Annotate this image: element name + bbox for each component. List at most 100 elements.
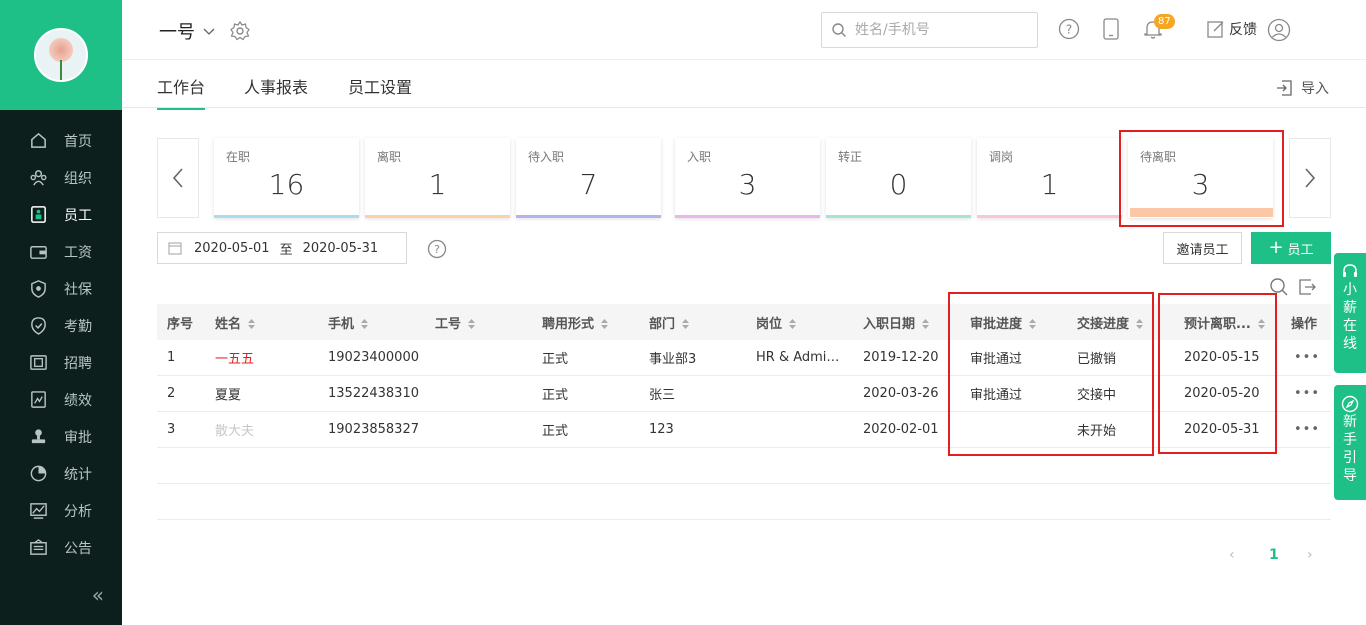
sidebar-item-social-security[interactable]: 社保 <box>0 270 122 307</box>
table-row[interactable]: 1 一五五 19023400000 正式 事业部3 HR & Admin ...… <box>157 340 1331 376</box>
sort-icon <box>601 319 609 329</box>
tab-hr-report[interactable]: 人事报表 <box>244 74 308 108</box>
col-header-name[interactable]: 姓名 <box>215 313 256 332</box>
sidebar-item-label: 统计 <box>64 466 92 483</box>
sidebar-item-attendance[interactable]: 考勤 <box>0 307 122 344</box>
sidebar-item-statistics[interactable]: 统计 <box>0 455 122 492</box>
pager-prev-button[interactable]: ‹ <box>1229 547 1235 563</box>
import-label: 导入 <box>1301 81 1329 97</box>
add-employee-label: 员工 <box>1287 242 1314 258</box>
avatar[interactable] <box>34 28 88 82</box>
col-header-type[interactable]: 聘用形式 <box>542 313 609 332</box>
invite-employee-button[interactable]: 邀请员工 <box>1163 232 1242 264</box>
recruit-icon <box>28 353 48 373</box>
divider <box>157 519 1331 520</box>
svg-text:?: ? <box>434 243 440 256</box>
sidebar-header <box>0 0 122 110</box>
col-header-empno[interactable]: 工号 <box>435 313 476 332</box>
stat-card-transfer[interactable]: 调岗 1 <box>977 138 1122 218</box>
prev-cards-button[interactable] <box>157 138 199 218</box>
sort-icon <box>468 319 476 329</box>
sort-icon <box>361 319 369 329</box>
search-icon <box>832 23 846 37</box>
col-header-date[interactable]: 入职日期 <box>863 313 930 332</box>
card-value: 3 <box>738 168 757 201</box>
sidebar-item-salary[interactable]: 工资 <box>0 233 122 270</box>
compass-icon <box>1341 395 1359 413</box>
highlight-box-progress <box>948 292 1154 456</box>
table-row[interactable]: 2 夏夏 13522438310 正式 张三 2020-03-26 审批通过 交… <box>157 376 1331 412</box>
more-actions-icon[interactable]: ••• <box>1294 422 1320 437</box>
sidebar-item-performance[interactable]: 绩效 <box>0 381 122 418</box>
card-label: 调岗 <box>989 150 1014 164</box>
sidebar-item-analysis[interactable]: 分析 <box>0 492 122 529</box>
highlight-box-leave-date <box>1158 293 1277 454</box>
user-icon[interactable] <box>1267 18 1291 42</box>
feedback-button[interactable]: 反馈 <box>1206 19 1257 39</box>
employee-name-link[interactable]: 一五五 <box>215 348 254 367</box>
sidebar-item-label: 公告 <box>64 540 92 557</box>
sidebar-item-employee[interactable]: 员工 <box>0 196 122 233</box>
employee-icon <box>28 205 48 225</box>
employee-name-link[interactable]: 散大夫 <box>215 420 254 439</box>
sidebar-nav: 首页 组织 员工 工资 社保 考勤 招聘 绩效 审批 统计 分析 公告 <box>0 110 122 566</box>
card-value: 1 <box>428 168 447 201</box>
notice-icon <box>28 538 48 558</box>
stat-card-regular[interactable]: 转正 0 <box>826 138 971 218</box>
sort-icon <box>789 319 797 329</box>
org-switcher[interactable]: 一号 <box>159 18 251 44</box>
sidebar-item-label: 首页 <box>64 133 92 150</box>
stat-card-joined[interactable]: 入职 3 <box>675 138 820 218</box>
employee-name-link[interactable]: 夏夏 <box>215 384 241 403</box>
import-button[interactable]: 导入 <box>1275 78 1329 98</box>
gear-icon[interactable] <box>229 20 251 42</box>
help-icon[interactable]: ? <box>427 239 447 259</box>
sidebar-item-approval[interactable]: 审批 <box>0 418 122 455</box>
card-label: 离职 <box>377 150 402 164</box>
col-header-dept[interactable]: 部门 <box>649 313 690 332</box>
help-icon[interactable]: ? <box>1058 18 1080 40</box>
more-actions-icon[interactable]: ••• <box>1294 350 1320 365</box>
card-value: 16 <box>268 168 305 201</box>
tab-employee-settings[interactable]: 员工设置 <box>348 74 412 108</box>
sidebar-item-label: 审批 <box>64 429 92 446</box>
more-actions-icon[interactable]: ••• <box>1294 386 1320 401</box>
sidebar-item-recruit[interactable]: 招聘 <box>0 344 122 381</box>
export-icon[interactable] <box>1297 277 1317 297</box>
stat-card-pending-join[interactable]: 待入职 7 <box>516 138 661 218</box>
card-value: 7 <box>579 168 598 201</box>
stat-card-left[interactable]: 离职 1 <box>365 138 510 218</box>
tab-workbench[interactable]: 工作台 <box>157 74 206 110</box>
col-header-phone[interactable]: 手机 <box>328 313 369 332</box>
sidebar-item-org[interactable]: 组织 <box>0 159 122 196</box>
sort-icon <box>922 319 930 329</box>
search-box[interactable] <box>821 12 1038 48</box>
online-service-widget[interactable]: 小 薪 在 线 <box>1334 253 1366 373</box>
col-header-no: 序号 <box>167 316 194 332</box>
date-range-picker[interactable]: 2020-05-01 至 2020-05-31 <box>157 232 407 264</box>
sidebar-item-label: 社保 <box>64 281 92 298</box>
stat-card-active[interactable]: 在职 16 <box>214 138 359 218</box>
beginner-guide-widget[interactable]: 新 手 引 导 <box>1334 385 1366 500</box>
add-employee-button[interactable]: + 员工 <box>1251 232 1331 264</box>
col-header-post[interactable]: 岗位 <box>756 313 797 332</box>
sidebar-item-home[interactable]: 首页 <box>0 122 122 159</box>
next-cards-button[interactable] <box>1289 138 1331 218</box>
pager-page-1[interactable]: 1 <box>1269 547 1279 563</box>
sidebar-item-label: 绩效 <box>64 392 92 409</box>
card-label: 入职 <box>687 150 712 164</box>
sidebar-item-notice[interactable]: 公告 <box>0 529 122 566</box>
sidebar-item-label: 考勤 <box>64 318 92 335</box>
shield-icon <box>28 279 48 299</box>
mobile-icon[interactable] <box>1102 18 1120 40</box>
sidebar-item-label: 组织 <box>64 170 92 187</box>
employee-table: 序号 姓名 手机 工号 聘用形式 部门 岗位 入职日期 审批进度 交接进度 预计… <box>157 304 1331 448</box>
home-icon <box>28 131 48 151</box>
table-row[interactable]: 3 散大夫 19023858327 正式 123 2020-02-01 未开始 … <box>157 412 1331 448</box>
calendar-icon <box>168 242 182 255</box>
pager-next-button[interactable]: › <box>1307 547 1313 563</box>
check-icon <box>28 316 48 336</box>
search-input[interactable] <box>855 22 1025 38</box>
sort-icon <box>248 319 256 329</box>
collapse-icon[interactable]: « <box>0 583 122 607</box>
